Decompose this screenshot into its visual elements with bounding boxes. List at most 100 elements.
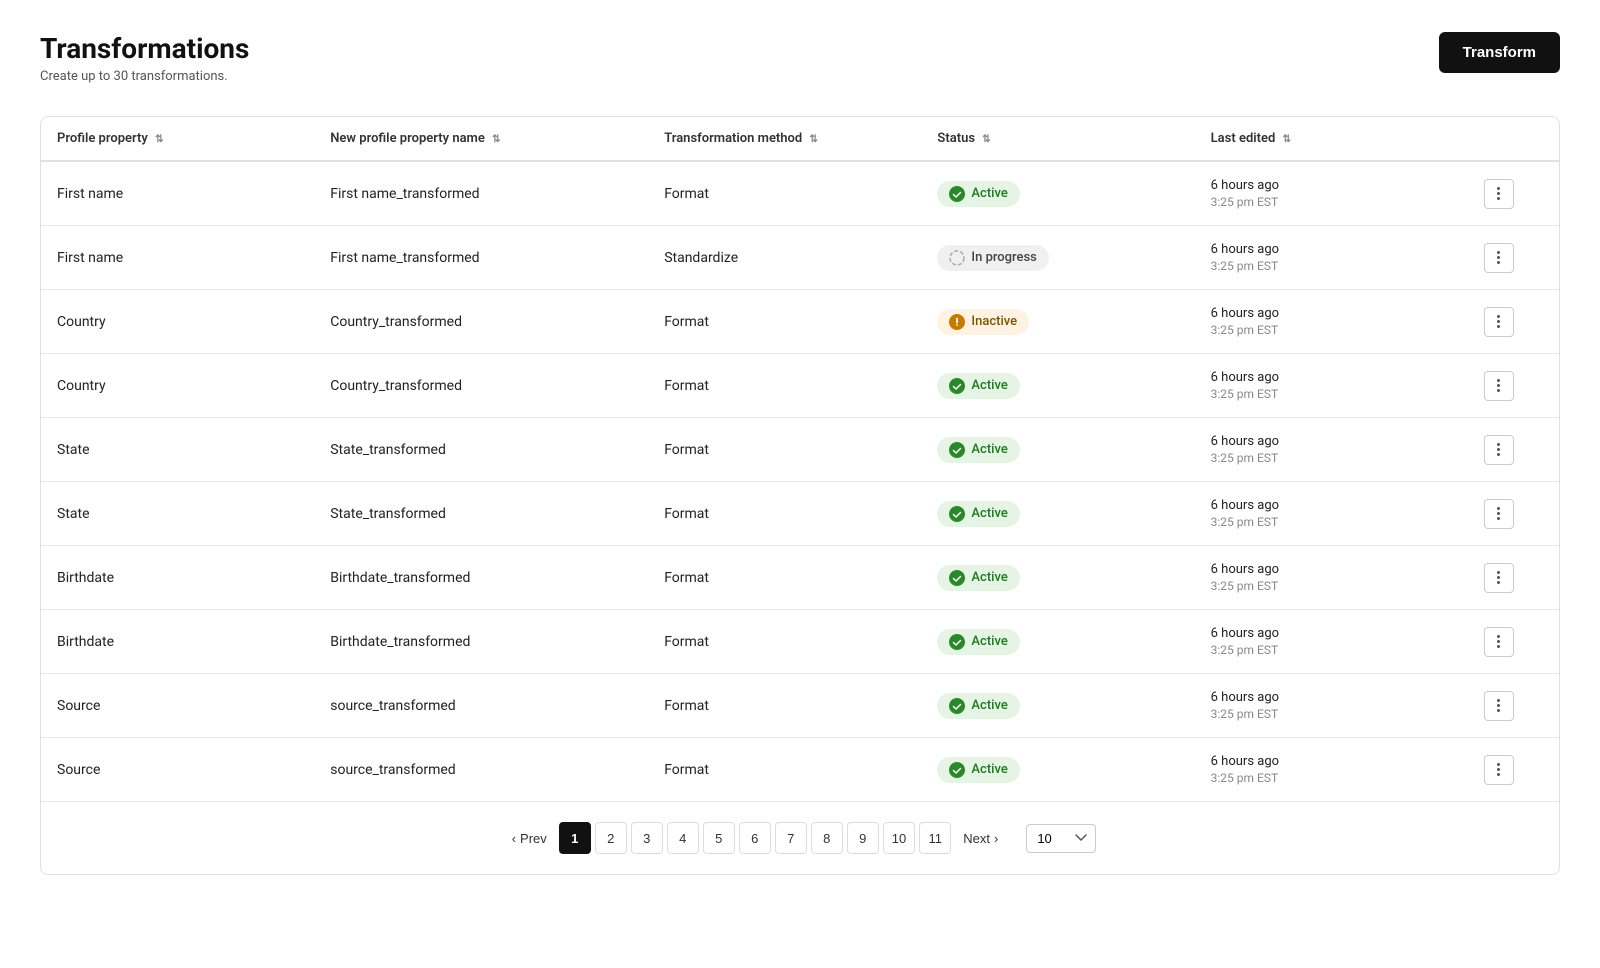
cell-last-edited: 6 hours ago3:25 pm EST [1195,482,1468,546]
last-edited-relative: 6 hours ago [1211,178,1452,193]
cell-status: Active [921,161,1194,226]
check-circle-icon [949,378,965,394]
cell-method: Format [648,546,921,610]
page-button-2[interactable]: 2 [595,822,627,854]
cell-new-name: State_transformed [314,482,648,546]
row-menu-button[interactable] [1484,435,1514,465]
row-menu-button[interactable] [1484,307,1514,337]
status-label: Active [971,186,1007,201]
sort-icon-edited: ⇅ [1283,134,1291,145]
last-edited-time: 3:25 pm EST [1211,707,1452,721]
cell-action [1468,290,1559,354]
page-button-9[interactable]: 9 [847,822,879,854]
status-label: Active [971,506,1007,521]
status-badge: Active [937,373,1019,399]
table-body: First nameFirst name_transformedFormatAc… [41,161,1559,801]
row-menu-button[interactable] [1484,371,1514,401]
check-circle-icon [949,698,965,714]
cell-profile-property: First name [41,226,314,290]
row-menu-button[interactable] [1484,691,1514,721]
cell-new-name: source_transformed [314,674,648,738]
page-button-8[interactable]: 8 [811,822,843,854]
progress-icon [949,250,965,266]
page-button-6[interactable]: 6 [739,822,771,854]
col-header-new-name[interactable]: New profile property name ⇅ [314,117,648,161]
status-label: Inactive [971,314,1017,329]
table-row: Sourcesource_transformedFormatActive6 ho… [41,674,1559,738]
page-header: Transformations Create up to 30 transfor… [40,32,1560,84]
cell-action [1468,674,1559,738]
page-button-7[interactable]: 7 [775,822,807,854]
page-title: Transformations [40,32,249,65]
row-menu-button[interactable] [1484,755,1514,785]
status-label: Active [971,570,1007,585]
cell-status: Active [921,610,1194,674]
cell-profile-property: Country [41,290,314,354]
cell-profile-property: Source [41,674,314,738]
cell-new-name: First name_transformed [314,226,648,290]
cell-new-name: Birthdate_transformed [314,546,648,610]
cell-status: Active [921,354,1194,418]
page-button-11[interactable]: 11 [919,822,951,854]
table-row: BirthdateBirthdate_transformedFormatActi… [41,610,1559,674]
ellipsis-icon [1497,251,1500,264]
prev-button[interactable]: ‹ Prev [504,822,555,854]
cell-profile-property: Country [41,354,314,418]
cell-last-edited: 6 hours ago3:25 pm EST [1195,738,1468,802]
table-row: Sourcesource_transformedFormatActive6 ho… [41,738,1559,802]
last-edited-time: 3:25 pm EST [1211,451,1452,465]
cell-action [1468,482,1559,546]
cell-method: Format [648,482,921,546]
page-button-1[interactable]: 1 [559,822,591,854]
col-header-profile-property[interactable]: Profile property ⇅ [41,117,314,161]
cell-method: Format [648,738,921,802]
last-edited-relative: 6 hours ago [1211,754,1452,769]
transformations-table-wrapper: Profile property ⇅ New profile property … [40,116,1560,875]
cell-new-name: Country_transformed [314,290,648,354]
row-menu-button[interactable] [1484,499,1514,529]
cell-action [1468,354,1559,418]
status-label: In progress [971,250,1036,265]
col-header-method[interactable]: Transformation method ⇅ [648,117,921,161]
transformations-table: Profile property ⇅ New profile property … [41,117,1559,801]
page-button-10[interactable]: 10 [883,822,915,854]
status-badge: Active [937,693,1019,719]
page-subtitle: Create up to 30 transformations. [40,69,249,84]
cell-profile-property: State [41,482,314,546]
ellipsis-icon [1497,635,1500,648]
row-menu-button[interactable] [1484,627,1514,657]
last-edited-time: 3:25 pm EST [1211,323,1452,337]
col-header-last-edited[interactable]: Last edited ⇅ [1195,117,1468,161]
cell-method: Format [648,161,921,226]
check-circle-icon [949,762,965,778]
page-button-3[interactable]: 3 [631,822,663,854]
transform-button[interactable]: Transform [1439,32,1560,73]
ellipsis-icon [1497,507,1500,520]
last-edited-time: 3:25 pm EST [1211,643,1452,657]
per-page-select[interactable]: 102550 [1026,824,1096,853]
cell-profile-property: Birthdate [41,546,314,610]
cell-action [1468,738,1559,802]
status-badge: Active [937,181,1019,207]
row-menu-button[interactable] [1484,563,1514,593]
last-edited-relative: 6 hours ago [1211,562,1452,577]
cell-status: Active [921,674,1194,738]
check-circle-icon [949,186,965,202]
cell-action [1468,610,1559,674]
col-header-status[interactable]: Status ⇅ [921,117,1194,161]
page-buttons: 1234567891011 [559,822,951,854]
cell-new-name: State_transformed [314,418,648,482]
cell-last-edited: 6 hours ago 3:25 pm EST [1195,546,1468,610]
page-button-4[interactable]: 4 [667,822,699,854]
page-button-5[interactable]: 5 [703,822,735,854]
cell-new-name: Country_transformed [314,354,648,418]
next-button[interactable]: Next › [955,822,1006,854]
pagination: ‹ Prev 1234567891011 Next › 102550 [41,801,1559,874]
cell-action [1468,161,1559,226]
row-menu-button[interactable] [1484,243,1514,273]
last-edited-time: 3:25 pm EST [1211,195,1452,209]
last-edited-relative: 6 hours ago [1211,242,1452,257]
row-menu-button[interactable] [1484,179,1514,209]
last-edited-time: 3:25 pm EST [1211,579,1452,593]
table-header: Profile property ⇅ New profile property … [41,117,1559,161]
